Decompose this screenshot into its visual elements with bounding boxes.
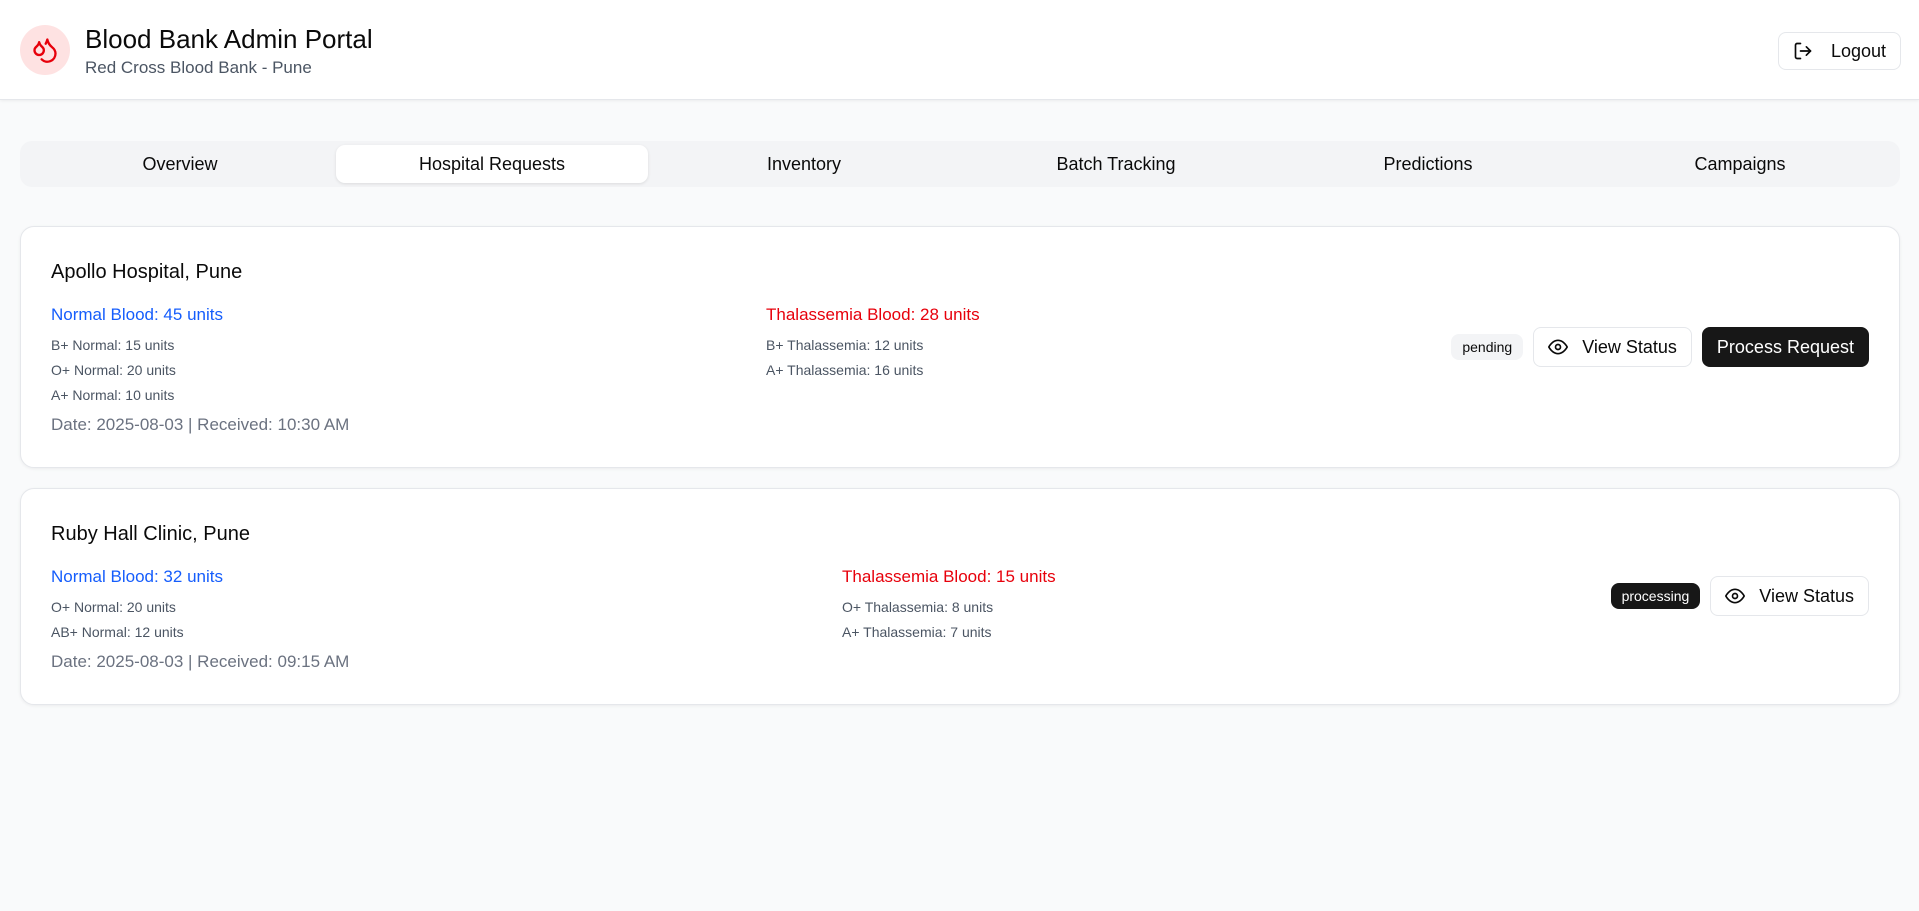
request-card: Apollo Hospital, Pune Normal Blood: 45 u… — [20, 226, 1900, 468]
logout-button[interactable]: Logout — [1777, 32, 1901, 70]
normal-blood-item: AB+ Normal: 12 units — [51, 624, 184, 640]
tab-hospital-requests[interactable]: Hospital Requests — [336, 145, 648, 183]
thalassemia-blood-section: Thalassemia Blood: 28 units B+ Thalassem… — [766, 305, 980, 383]
eye-icon — [1725, 586, 1746, 606]
normal-blood-item: O+ Normal: 20 units — [51, 599, 176, 615]
thalassemia-blood-item: A+ Thalassemia: 16 units — [766, 362, 924, 378]
thalassemia-blood-item: A+ Thalassemia: 7 units — [842, 624, 992, 640]
normal-blood-heading: Normal Blood: 45 units — [51, 305, 223, 324]
thalassemia-blood-section: Thalassemia Blood: 15 units O+ Thalassem… — [842, 567, 1056, 645]
status-badge: processing — [1610, 583, 1701, 609]
view-status-button[interactable]: View Status — [1710, 576, 1869, 616]
normal-blood-section: Normal Blood: 45 units B+ Normal: 15 uni… — [51, 305, 223, 408]
thalassemia-blood-item: B+ Thalassemia: 12 units — [766, 337, 924, 353]
tab-campaigns[interactable]: Campaigns — [1584, 145, 1896, 183]
normal-blood-section: Normal Blood: 32 units O+ Normal: 20 uni… — [51, 567, 223, 645]
droplets-icon — [20, 25, 70, 75]
app-subtitle: Red Cross Blood Bank - Pune — [85, 58, 312, 77]
normal-blood-heading: Normal Blood: 32 units — [51, 567, 223, 586]
thalassemia-blood-item: O+ Thalassemia: 8 units — [842, 599, 994, 615]
normal-blood-item: O+ Normal: 20 units — [51, 362, 176, 378]
request-date: Date: 2025-08-03 | Received: 10:30 AM — [51, 415, 350, 434]
view-status-label: View Status — [1759, 585, 1854, 606]
app-header: Blood Bank Admin Portal Red Cross Blood … — [0, 0, 1919, 100]
request-actions: pending View Status Process Request — [1451, 327, 1869, 367]
hospital-name: Ruby Hall Clinic, Pune — [51, 523, 250, 545]
thalassemia-blood-heading: Thalassemia Blood: 15 units — [842, 567, 1056, 586]
normal-blood-item: A+ Normal: 10 units — [51, 387, 175, 403]
tab-batch-tracking[interactable]: Batch Tracking — [960, 145, 1272, 183]
request-actions: processing View Status — [1610, 576, 1869, 616]
request-date: Date: 2025-08-03 | Received: 09:15 AM — [51, 652, 350, 671]
tab-bar: Overview Hospital Requests Inventory Bat… — [20, 141, 1900, 187]
hospital-name: Apollo Hospital, Pune — [51, 261, 243, 283]
request-card: Ruby Hall Clinic, Pune Normal Blood: 32 … — [20, 488, 1900, 705]
tab-predictions[interactable]: Predictions — [1272, 145, 1584, 183]
tab-inventory[interactable]: Inventory — [648, 145, 960, 183]
process-request-button[interactable]: Process Request — [1701, 327, 1869, 367]
eye-icon — [1548, 337, 1569, 357]
app-title: Blood Bank Admin Portal — [85, 24, 373, 54]
logout-label: Logout — [1830, 40, 1886, 61]
logout-icon — [1793, 41, 1813, 61]
thalassemia-blood-heading: Thalassemia Blood: 28 units — [766, 305, 980, 324]
tab-overview[interactable]: Overview — [24, 145, 336, 183]
normal-blood-item: B+ Normal: 15 units — [51, 337, 175, 353]
status-badge: pending — [1451, 334, 1524, 360]
view-status-label: View Status — [1582, 336, 1677, 357]
view-status-button[interactable]: View Status — [1533, 327, 1692, 367]
